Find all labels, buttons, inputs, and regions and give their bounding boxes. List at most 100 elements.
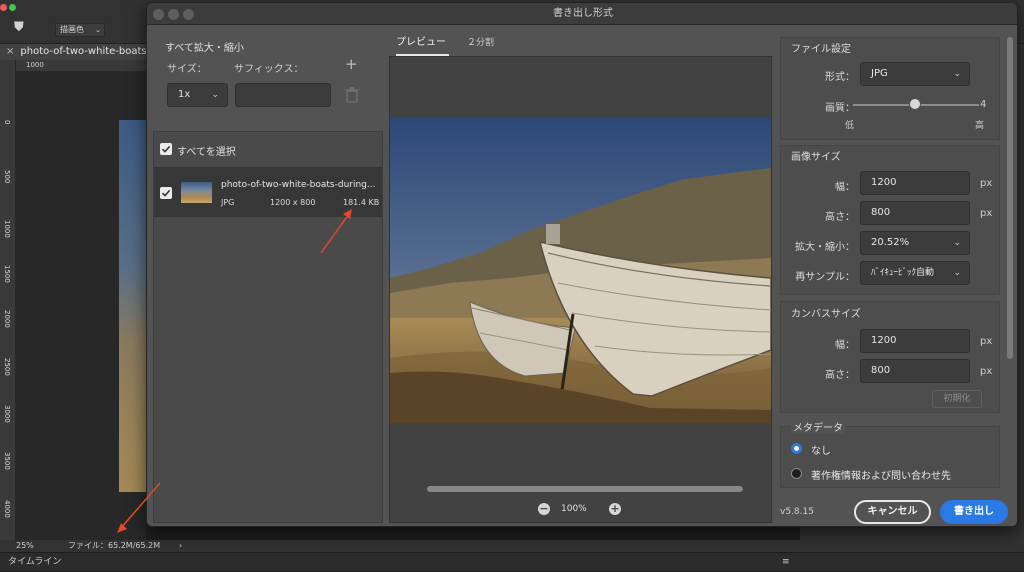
file-settings-title: ファイル設定 — [791, 44, 851, 55]
file-thumbnail — [181, 182, 212, 203]
chevron-down-icon: ⌄ — [953, 69, 961, 79]
dialog-titlebar: 書き出し形式 — [147, 3, 1017, 25]
metadata-section: メタデータ なし 著作権情報および問い合わせ先 — [780, 419, 1000, 488]
format-label: 形式： — [825, 72, 855, 83]
scale-select-value: 1x — [178, 89, 191, 100]
vertical-ruler: 0 500 1000 1500 2000 2500 3000 3500 4000 — [0, 60, 16, 540]
quality-low-label: 低 — [845, 121, 855, 131]
chevron-down-icon: ⌄ — [953, 268, 961, 278]
close-button[interactable] — [153, 9, 164, 20]
scale-select[interactable]: 1x ⌄ — [167, 83, 228, 107]
ruler-tick-label: 0 — [3, 120, 11, 125]
checkmark-icon — [161, 145, 171, 153]
horizontal-scrollbar[interactable] — [427, 486, 743, 492]
canvas-height-input[interactable]: 800 — [860, 359, 970, 383]
document-tab-label: photo-of-two-white-boats- — [20, 46, 146, 57]
image-height-label: 高さ： — [825, 212, 855, 223]
horizontal-ruler: 1000 — [16, 60, 146, 72]
image-height-unit: px — [980, 208, 993, 219]
select-all-checkbox[interactable] — [160, 143, 172, 155]
checkmark-icon — [161, 189, 171, 197]
tab-split[interactable]: ２分割 — [467, 35, 494, 48]
metadata-copyright-radio[interactable] — [791, 468, 802, 479]
export-button[interactable]: 書き出し — [940, 500, 1008, 524]
image-size-title: 画像サイズ — [791, 152, 841, 163]
image-width-label: 幅： — [835, 182, 855, 193]
zoom-button[interactable] — [183, 9, 194, 20]
file-name: photo-of-two-white-boats-during... — [221, 180, 376, 190]
minimize-button[interactable] — [168, 9, 179, 20]
canvas-width-input[interactable]: 1200 — [860, 329, 970, 353]
quality-slider-handle[interactable] — [909, 98, 921, 110]
select-all-label: すべてを選択 — [177, 147, 236, 158]
scale-all-label: すべて拡大・縮小 — [165, 43, 244, 54]
image-width-value: 1200 — [871, 177, 897, 188]
zoom-out-button[interactable]: − — [538, 503, 550, 515]
close-window-dot[interactable] — [0, 4, 7, 11]
status-zoom[interactable]: 25% — [16, 540, 34, 552]
image-width-unit: px — [980, 178, 993, 189]
format-select-value: JPG — [871, 68, 888, 79]
image-size-section: 画像サイズ 幅： 1200 px 高さ： 800 px 拡大・縮小： 20.52… — [780, 145, 1000, 295]
tool-preset-dropdown[interactable]: 描画色 ⌄ — [55, 23, 105, 37]
dialog-title: 書き出し形式 — [553, 8, 613, 19]
image-scale-select[interactable]: 20.52% ⌄ — [860, 231, 970, 255]
ruler-tick-label: 1000 — [26, 61, 44, 69]
zoom-level: 100% — [561, 504, 587, 514]
file-settings-section: ファイル設定 形式： JPG ⌄ 画質： 4 低 高 — [780, 37, 1000, 140]
chevron-down-icon: ⌄ — [211, 90, 219, 100]
format-select[interactable]: JPG ⌄ — [860, 62, 970, 86]
metadata-none-label[interactable]: なし — [811, 442, 831, 457]
quality-high-label: 高 — [975, 121, 985, 131]
canvas-height-value: 800 — [871, 365, 891, 376]
ruler-tick-label: 3500 — [3, 452, 11, 470]
export-as-dialog: 書き出し形式 すべて拡大・縮小 サイズ： サフィックス： + 1x ⌄ すべてを… — [146, 2, 1018, 527]
image-height-input[interactable]: 800 — [860, 201, 970, 225]
file-size: 181.4 KB — [343, 198, 380, 207]
tool-preset-label: 描画色 — [60, 25, 84, 34]
chevron-down-icon: ⌄ — [953, 238, 961, 248]
chevron-right-icon[interactable]: › — [179, 540, 182, 552]
resample-value: ﾊﾞｲｷｭｰﾋﾞｯｸ自動 — [871, 268, 935, 278]
close-icon[interactable]: × — [6, 46, 14, 57]
resample-select[interactable]: ﾊﾞｲｷｭｰﾋﾞｯｸ自動 ⌄ — [860, 261, 970, 285]
reset-button[interactable]: 初期化 — [932, 390, 982, 408]
canvas-width-label: 幅： — [835, 340, 855, 351]
quality-label: 画質： — [825, 103, 855, 114]
ruler-tick-label: 2500 — [3, 358, 11, 376]
cancel-button[interactable]: キャンセル — [854, 500, 931, 524]
zoom-in-button[interactable]: + — [609, 503, 621, 515]
timeline-label: タイムライン — [8, 557, 62, 567]
timeline-panel-tab[interactable]: タイムライン ≡ — [0, 552, 1024, 571]
status-bar: 25% ファイル：65.2M/65.2M › — [0, 540, 1024, 552]
ruler-tick-label: 1000 — [3, 220, 11, 238]
preview-image — [390, 118, 771, 423]
canvas-width-value: 1200 — [871, 335, 897, 346]
document-tab[interactable]: × photo-of-two-white-boats- — [0, 44, 146, 60]
canvas-image — [119, 120, 147, 492]
canvas-width-unit: px — [980, 336, 993, 347]
settings-scrollbar[interactable] — [1007, 37, 1013, 359]
image-scale-value: 20.52% — [871, 237, 910, 248]
version-label: v5.8.15 — [780, 507, 814, 517]
zoom-window-dot[interactable] — [9, 4, 16, 11]
tab-preview[interactable]: プレビュー — [396, 33, 446, 48]
paint-bucket-icon[interactable]: ⛊ — [14, 20, 24, 35]
metadata-title: メタデータ — [791, 419, 845, 434]
suffix-column-header: サフィックス： — [234, 64, 304, 75]
add-scale-icon[interactable]: + — [345, 55, 358, 73]
file-format: JPG — [221, 198, 235, 207]
trash-icon[interactable] — [345, 87, 359, 103]
ruler-tick-label: 1500 — [3, 265, 11, 283]
ruler-tick-label: 2000 — [3, 310, 11, 328]
resample-label: 再サンプル： — [795, 272, 855, 283]
metadata-copyright-label[interactable]: 著作権情報および問い合わせ先 — [811, 467, 951, 482]
quality-value: 4 — [980, 99, 987, 110]
metadata-none-radio[interactable] — [791, 443, 802, 454]
suffix-input[interactable] — [235, 83, 331, 107]
panel-menu-icon[interactable]: ≡ — [782, 553, 790, 572]
image-scale-label: 拡大・縮小： — [795, 242, 855, 253]
image-width-input[interactable]: 1200 — [860, 171, 970, 195]
file-item-checkbox[interactable] — [160, 187, 172, 199]
ruler-tick-label: 4000 — [3, 500, 11, 518]
